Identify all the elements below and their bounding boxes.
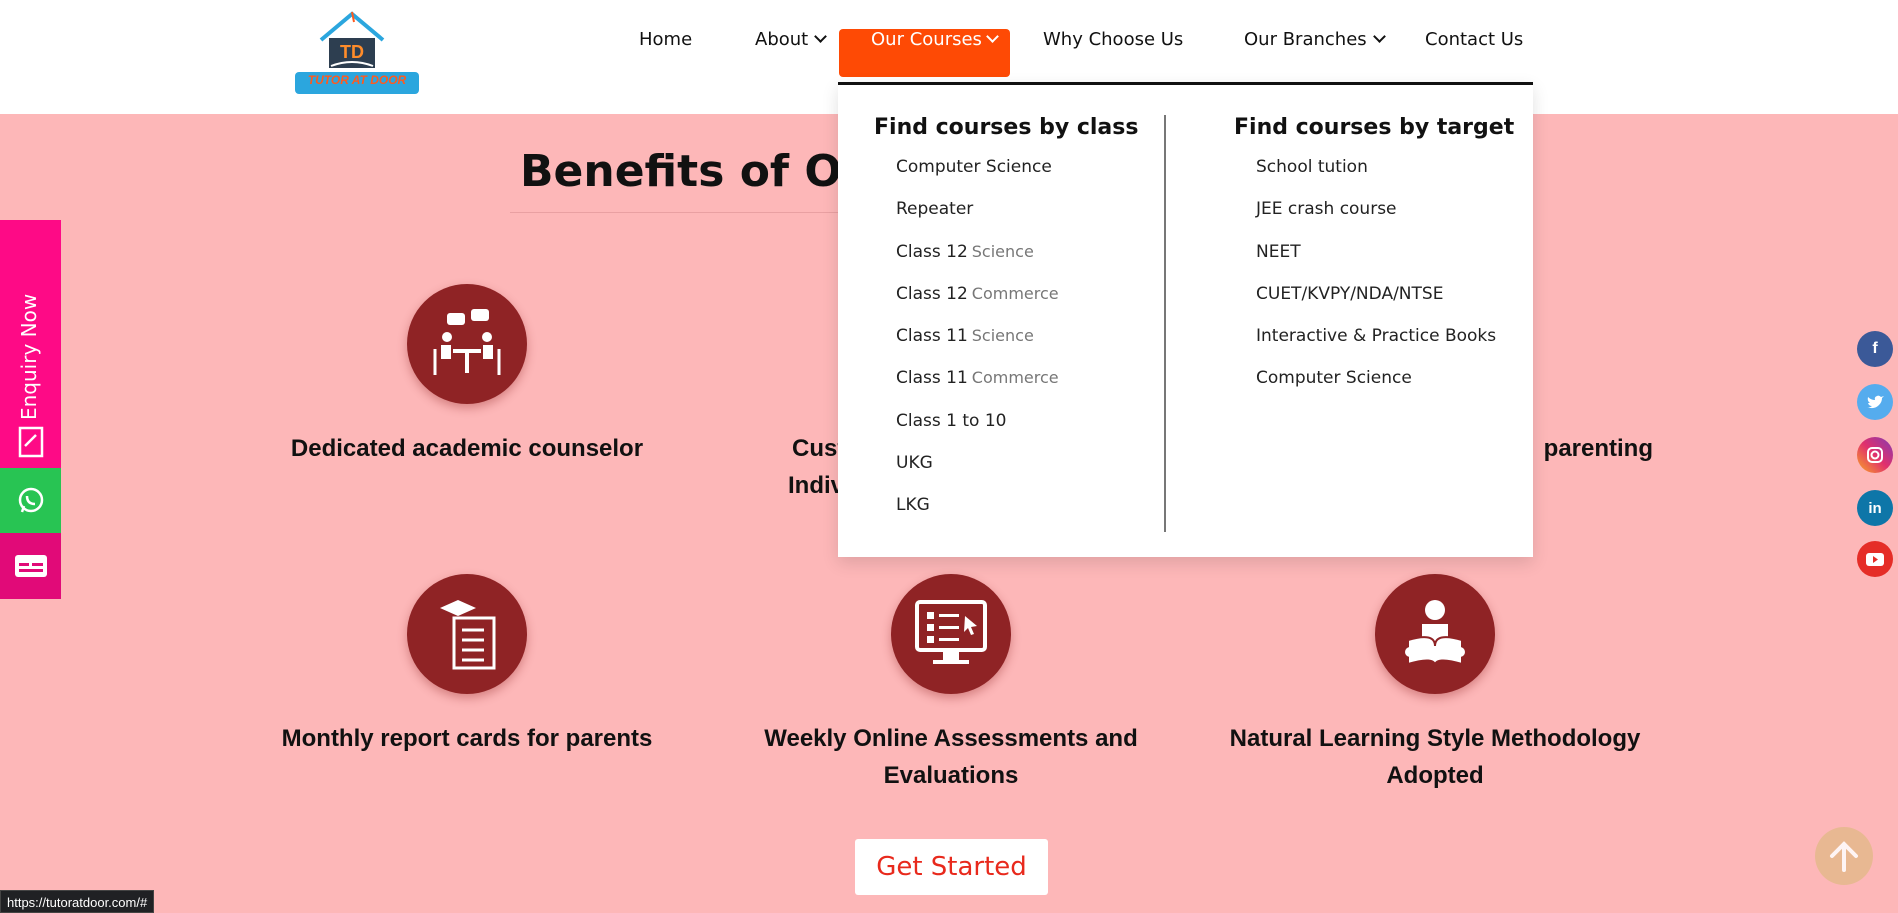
chevron-down-icon bbox=[986, 30, 999, 43]
course-link[interactable]: CUET/KVPY/NDA/NTSE bbox=[1234, 273, 1514, 315]
nav-our-branches-label: Our Branches bbox=[1244, 29, 1367, 50]
nav-our-courses-label: Our Courses bbox=[871, 29, 982, 50]
id-card-icon bbox=[14, 555, 47, 577]
instagram-icon[interactable] bbox=[1857, 437, 1893, 473]
course-link-label: Class 11 bbox=[896, 326, 968, 347]
course-link[interactable]: Class 1 to 10 bbox=[874, 400, 1138, 442]
enquiry-label: Enquiry Now bbox=[17, 293, 41, 420]
course-link[interactable]: Class 12 Commerce bbox=[874, 273, 1138, 315]
feature-label: Dedicated academic counselor bbox=[290, 435, 644, 462]
course-link[interactable]: Computer Science bbox=[874, 146, 1138, 188]
course-link[interactable]: UKG bbox=[874, 442, 1138, 484]
courses-by-target-list: School tution JEE crash course NEET CUET/KV… bbox=[1234, 146, 1514, 400]
nav-our-courses[interactable]: Our Courses bbox=[839, 29, 1010, 77]
chevron-down-icon bbox=[1372, 30, 1386, 43]
facebook-icon[interactable]: f bbox=[1857, 331, 1893, 367]
course-link[interactable]: Repeater bbox=[874, 188, 1138, 230]
course-link[interactable]: School tution bbox=[1234, 146, 1514, 188]
course-stream-label: Commerce bbox=[971, 283, 1059, 303]
course-link-label: Repeater bbox=[896, 199, 974, 220]
nav-about[interactable]: About bbox=[755, 29, 828, 77]
scroll-to-top-button[interactable] bbox=[1815, 827, 1873, 885]
course-link[interactable]: NEET bbox=[1234, 231, 1514, 273]
feature-label-partial: parenting bbox=[1543, 435, 1653, 462]
reading-student-icon bbox=[1375, 574, 1495, 694]
course-link[interactable]: Interactive & Practice Books bbox=[1234, 315, 1514, 357]
twitter-icon[interactable] bbox=[1857, 384, 1893, 420]
nav-our-branches[interactable]: Our Branches bbox=[1244, 29, 1386, 77]
course-link-label: Class 11 bbox=[896, 368, 968, 389]
course-link-label: Class 12 bbox=[896, 241, 968, 262]
course-link[interactable]: JEE crash course bbox=[1234, 188, 1514, 230]
course-link[interactable]: Class 11 Science bbox=[874, 315, 1138, 357]
course-link-label: Class 1 to 10 bbox=[896, 410, 1007, 431]
edit-form-icon bbox=[18, 426, 43, 458]
youtube-icon[interactable] bbox=[1857, 541, 1893, 577]
course-link-label: LKG bbox=[896, 495, 930, 516]
course-link-label: Computer Science bbox=[896, 157, 1052, 177]
course-link[interactable]: Class 12 Science bbox=[874, 231, 1138, 273]
courses-by-class-list: Computer Science Repeater Class 12 Science C… bbox=[874, 146, 1138, 527]
logo-wordmark: TUTOR AT DOOR bbox=[295, 72, 419, 94]
course-link[interactable]: LKG bbox=[874, 484, 1138, 526]
course-stream-label: Commerce bbox=[971, 368, 1059, 388]
logo-house-icon: TD bbox=[319, 11, 385, 68]
nav-home[interactable]: Home bbox=[639, 29, 692, 77]
arrow-up-icon bbox=[1830, 841, 1858, 872]
course-link-label: Class 12 bbox=[896, 283, 968, 304]
browser-status-url: https://tutoratdoor.com/# bbox=[0, 890, 155, 913]
svg-text:TD: TD bbox=[340, 42, 364, 62]
nav-why-choose-us[interactable]: Why Choose Us bbox=[1043, 29, 1183, 77]
chevron-down-icon bbox=[814, 30, 828, 43]
course-link[interactable]: Computer Science bbox=[1234, 357, 1514, 399]
whatsapp-button[interactable] bbox=[0, 468, 61, 533]
courses-by-class-column: Find courses by class Computer Science Re… bbox=[874, 115, 1138, 527]
enquiry-now-button[interactable]: Enquiry Now bbox=[0, 220, 61, 468]
title-underline bbox=[510, 212, 840, 213]
dropdown-heading: Find courses by class bbox=[874, 115, 1139, 140]
course-stream-label: Science bbox=[971, 326, 1034, 346]
get-started-button[interactable]: Get Started bbox=[855, 839, 1048, 895]
counseling-icon bbox=[407, 284, 527, 404]
feature-label: Monthly report cards for parents bbox=[281, 725, 653, 752]
dropdown-divider bbox=[1164, 115, 1166, 532]
contact-card-button[interactable] bbox=[0, 533, 61, 599]
feature-label: Weekly Online Assessments and Evaluation… bbox=[764, 725, 1138, 789]
dropdown-heading: Find courses by target bbox=[1234, 115, 1515, 140]
online-assessment-icon bbox=[891, 574, 1011, 694]
courses-by-target-column: Find courses by target School tution JEE … bbox=[1234, 115, 1514, 400]
whatsapp-icon bbox=[18, 487, 43, 512]
nav-about-label: About bbox=[755, 29, 809, 50]
feature-label: Natural Learning Style Methodology Adopt… bbox=[1229, 725, 1641, 789]
course-stream-label: Science bbox=[971, 241, 1034, 261]
linkedin-icon[interactable]: in bbox=[1857, 490, 1893, 526]
site-logo[interactable]: TD TUTOR AT DOOR bbox=[291, 8, 423, 98]
nav-contact-us[interactable]: Contact Us bbox=[1425, 29, 1523, 77]
courses-dropdown-menu: Find courses by class Computer Science Re… bbox=[838, 82, 1533, 557]
report-card-icon bbox=[407, 574, 527, 694]
course-link-label: UKG bbox=[896, 453, 933, 474]
course-link[interactable]: Class 11 Commerce bbox=[874, 357, 1138, 399]
